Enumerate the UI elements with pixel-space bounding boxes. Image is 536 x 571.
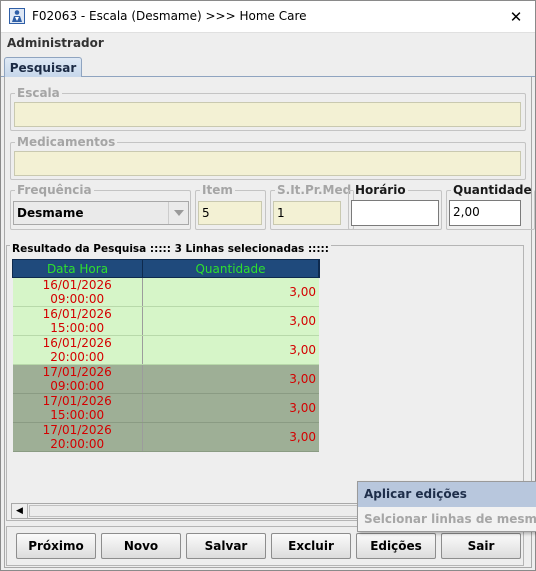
cell-data-hora[interactable]: 17/01/2026 15:00:00 bbox=[12, 393, 143, 423]
excluir-button[interactable]: Excluir bbox=[271, 533, 351, 559]
quantidade-label: Quantidade bbox=[453, 183, 532, 197]
close-button[interactable]: ✕ bbox=[497, 1, 535, 32]
slt-label: S.It.Pr.Med bbox=[277, 183, 352, 197]
user-label: Administrador bbox=[7, 36, 104, 50]
menu-item-selecionar-linhas: Selcionar linhas de mesmo hor bbox=[364, 512, 536, 526]
table-header: Data Hora Quantidade bbox=[12, 259, 320, 278]
escala-field bbox=[14, 102, 521, 127]
table-row[interactable]: 17/01/2026 20:00:00 3,00 bbox=[12, 422, 319, 452]
cell-data-hora[interactable]: 16/01/2026 20:00:00 bbox=[12, 335, 143, 365]
tab-pesquisar[interactable]: Pesquisar bbox=[4, 57, 82, 78]
escala-label: Escala bbox=[17, 86, 60, 100]
cell-data-hora[interactable]: 16/01/2026 09:00:00 bbox=[12, 277, 143, 307]
frequencia-combo[interactable]: Desmame bbox=[13, 201, 189, 225]
table-row[interactable]: 16/01/2026 15:00:00 3,00 bbox=[12, 306, 319, 336]
quantidade-field[interactable]: 2,00 bbox=[449, 200, 521, 226]
cell-data-hora[interactable]: 16/01/2026 15:00:00 bbox=[12, 306, 143, 336]
close-icon: ✕ bbox=[509, 7, 523, 26]
cell-quantidade[interactable]: 3,00 bbox=[142, 364, 319, 394]
title-bar: F02063 - Escala (Desmame) >>> Home Care … bbox=[1, 1, 535, 32]
edicoes-menu: Aplicar edições Selcionar linhas de mesm… bbox=[357, 481, 536, 532]
app-person-icon bbox=[9, 8, 25, 24]
table-row[interactable]: 16/01/2026 09:00:00 3,00 bbox=[12, 277, 319, 307]
slt-field: 1 bbox=[273, 201, 341, 225]
window-title: F02063 - Escala (Desmame) >>> Home Care bbox=[32, 9, 307, 23]
results-table: Data Hora Quantidade 16/01/2026 09:00:00… bbox=[12, 259, 320, 452]
item-label: Item bbox=[202, 183, 233, 197]
table-row[interactable]: 17/01/2026 09:00:00 3,00 bbox=[12, 364, 319, 394]
cell-quantidade[interactable]: 3,00 bbox=[142, 335, 319, 365]
cell-quantidade[interactable]: 3,00 bbox=[142, 277, 319, 307]
table-row[interactable]: 17/01/2026 15:00:00 3,00 bbox=[12, 393, 319, 423]
app-window: F02063 - Escala (Desmame) >>> Home Care … bbox=[0, 0, 536, 571]
edicoes-button[interactable]: Edições bbox=[356, 533, 436, 559]
cell-data-hora[interactable]: 17/01/2026 20:00:00 bbox=[12, 422, 143, 452]
column-header-data-hora[interactable]: Data Hora bbox=[12, 259, 143, 278]
novo-button[interactable]: Novo bbox=[101, 533, 181, 559]
salvar-button[interactable]: Salvar bbox=[186, 533, 266, 559]
table-row[interactable]: 16/01/2026 20:00:00 3,00 bbox=[12, 335, 319, 365]
proximo-button[interactable]: Próximo bbox=[16, 533, 96, 559]
menu-item-aplicar-edicoes[interactable]: Aplicar edições bbox=[358, 482, 536, 507]
horario-field[interactable] bbox=[351, 200, 439, 226]
scroll-thumb[interactable] bbox=[29, 505, 365, 517]
cell-quantidade[interactable]: 3,00 bbox=[142, 306, 319, 336]
user-bar: Administrador bbox=[1, 32, 535, 54]
column-header-quantidade[interactable]: Quantidade bbox=[142, 259, 320, 278]
cell-data-hora[interactable]: 17/01/2026 09:00:00 bbox=[12, 364, 143, 394]
scroll-left-arrow-icon[interactable]: ◀ bbox=[12, 504, 28, 518]
sair-button[interactable]: Sair bbox=[441, 533, 521, 559]
tab-strip: Pesquisar bbox=[1, 55, 535, 78]
item-field: 5 bbox=[198, 201, 262, 225]
table-body: 16/01/2026 09:00:00 3,00 16/01/2026 15:00:… bbox=[12, 277, 319, 452]
cell-quantidade[interactable]: 3,00 bbox=[142, 422, 319, 452]
frequencia-value: Desmame bbox=[17, 206, 84, 220]
cell-quantidade[interactable]: 3,00 bbox=[142, 393, 319, 423]
frequencia-label: Frequência bbox=[17, 183, 92, 197]
results-title: Resultado da Pesquisa ::::: 3 Linhas sel… bbox=[10, 243, 331, 255]
chevron-down-icon[interactable] bbox=[168, 202, 188, 224]
medicamentos-field bbox=[14, 151, 521, 176]
medicamentos-label: Medicamentos bbox=[17, 135, 116, 149]
horario-label: Horário bbox=[355, 183, 406, 197]
